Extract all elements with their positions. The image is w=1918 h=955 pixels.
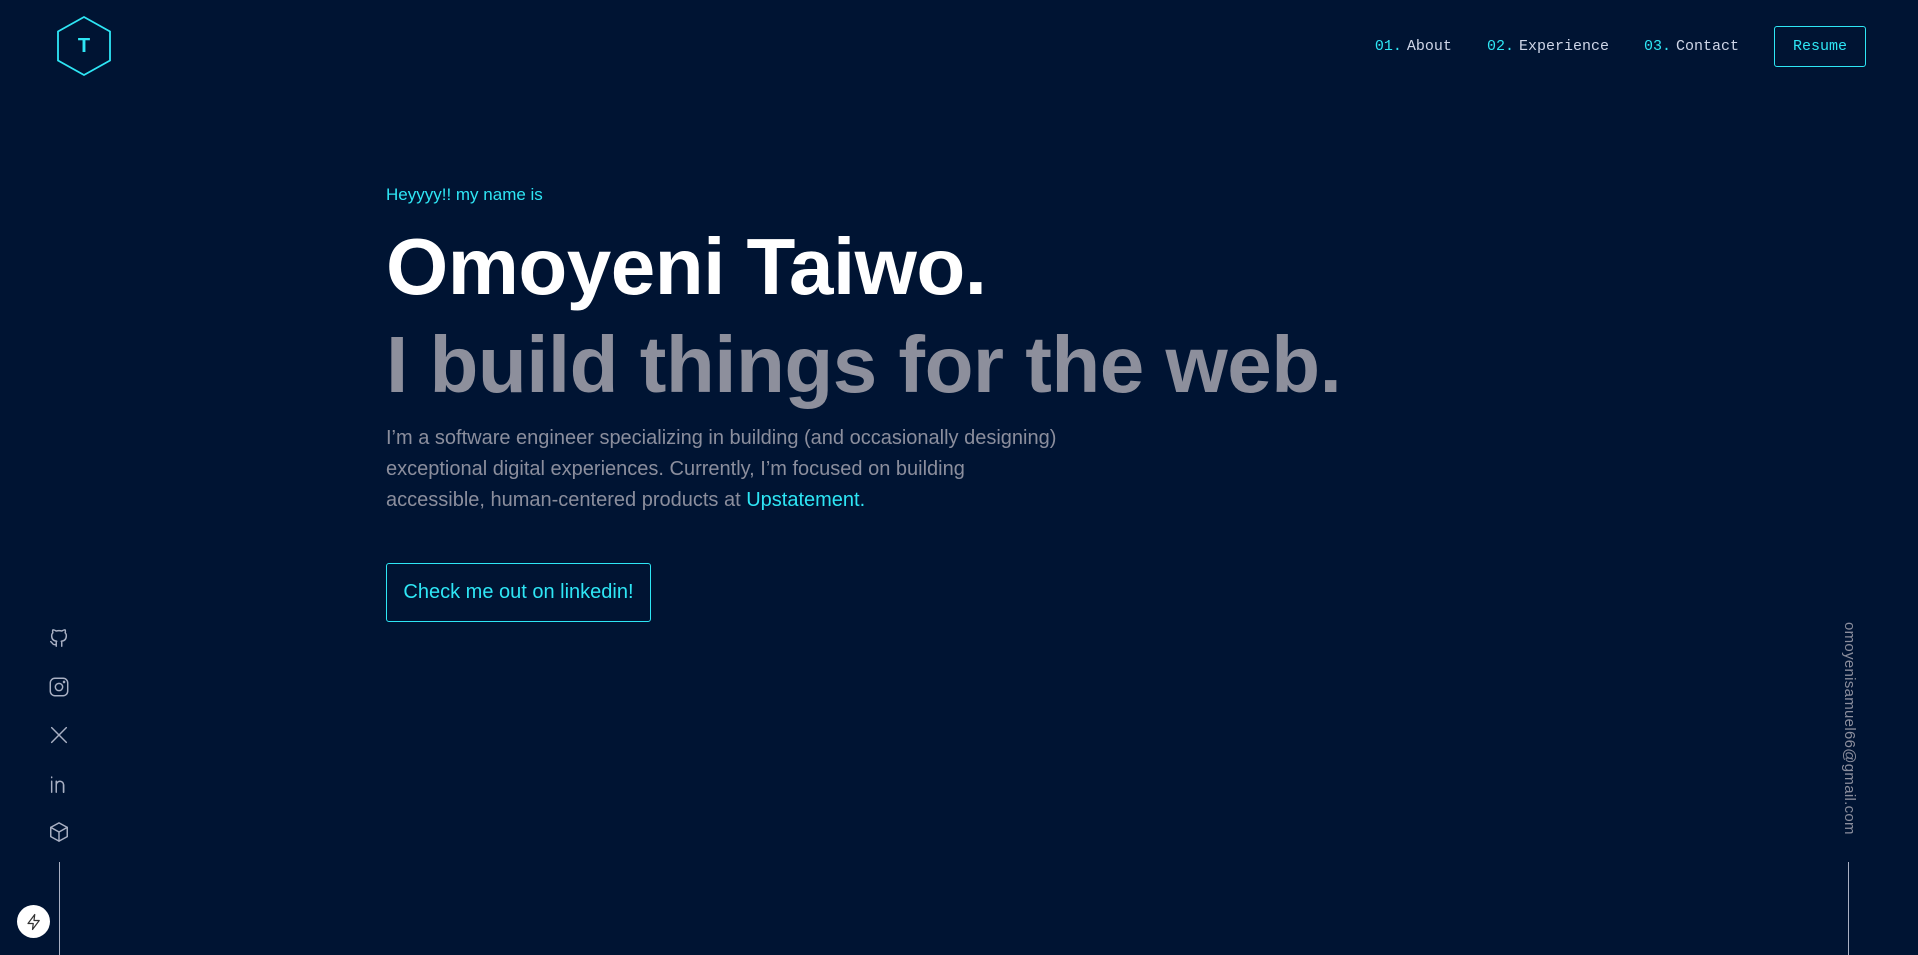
nav-experience[interactable]: 02. Experience bbox=[1487, 38, 1609, 55]
email-link[interactable]: omoyenisamuel66@gmail.com bbox=[1840, 622, 1858, 835]
resume-button[interactable]: Resume bbox=[1774, 25, 1866, 67]
nav-number: 01. bbox=[1374, 37, 1402, 55]
nav-label: Contact bbox=[1675, 37, 1739, 55]
codepen-link[interactable] bbox=[45, 818, 73, 846]
hero-name: Omoyeni Taiwo. bbox=[386, 222, 987, 311]
codepen-icon bbox=[50, 822, 68, 843]
right-divider-line bbox=[1848, 862, 1849, 955]
hero-tagline: I build things for the web. bbox=[386, 320, 1342, 409]
main-nav: 01. About 02. Experience 03. Contact Res… bbox=[1375, 25, 1866, 67]
hero-bio: I’m a software engineer specializing in … bbox=[386, 423, 1066, 516]
nav-label: About bbox=[1406, 37, 1452, 55]
nav-number: 02. bbox=[1486, 37, 1514, 55]
nav-number: 03. bbox=[1643, 37, 1671, 55]
upstatement-link[interactable]: Upstatement. bbox=[746, 489, 865, 511]
hero-section: Heyyyy!! my name is Omoyeni Taiwo. I bui… bbox=[386, 185, 1342, 622]
linkedin-cta-button[interactable]: Check me out on linkedin! bbox=[386, 563, 651, 622]
x-icon bbox=[50, 727, 68, 744]
instagram-icon bbox=[49, 677, 69, 697]
nav-contact[interactable]: 03. Contact bbox=[1644, 38, 1739, 55]
nav-label: Experience bbox=[1518, 37, 1609, 55]
linkedin-link[interactable] bbox=[45, 770, 73, 798]
left-divider-line bbox=[59, 862, 60, 955]
bio-text: accessible, human-centered products at bbox=[386, 489, 741, 511]
bio-text: I’m a software engineer specializing in … bbox=[386, 427, 1057, 449]
page: T 01. About 02. Experience 03. Contact R… bbox=[0, 0, 1918, 955]
github-link[interactable] bbox=[45, 624, 73, 652]
social-links bbox=[44, 624, 74, 867]
nav-about[interactable]: 01. About bbox=[1375, 38, 1452, 55]
logo[interactable]: T bbox=[55, 15, 113, 77]
instagram-link[interactable] bbox=[45, 673, 73, 701]
x-link[interactable] bbox=[45, 721, 73, 749]
linkedin-icon bbox=[50, 776, 65, 793]
logo-letter: T bbox=[77, 34, 91, 57]
bio-text: exceptional digital experiences. Current… bbox=[386, 458, 965, 480]
hero-greeting: Heyyyy!! my name is bbox=[386, 185, 543, 204]
lightning-icon bbox=[26, 913, 40, 930]
github-icon bbox=[50, 629, 68, 647]
bolt-badge[interactable] bbox=[17, 905, 50, 938]
